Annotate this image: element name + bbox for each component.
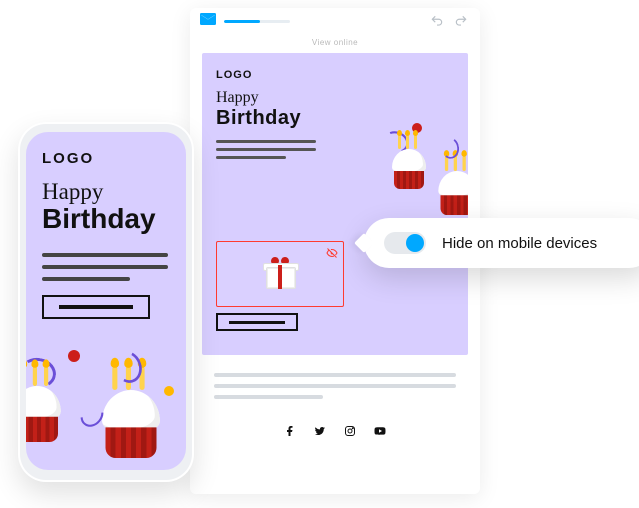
- youtube-icon[interactable]: [374, 425, 386, 437]
- instagram-icon[interactable]: [344, 425, 356, 437]
- phone-mockup: LOGO Happy Birthday: [18, 122, 194, 482]
- hide-on-mobile-toggle[interactable]: [384, 232, 426, 254]
- undo-button[interactable]: [428, 12, 446, 30]
- twitter-icon[interactable]: [314, 425, 326, 437]
- phone-heading-line-2: Birthday: [42, 203, 170, 235]
- phone-cupcake-decoration: [26, 340, 186, 470]
- phone-logo: LOGO: [42, 150, 170, 167]
- progress-bar: [224, 20, 290, 23]
- hide-on-mobile-popover: Hide on mobile devices: [364, 218, 639, 268]
- footer-text-placeholder: [214, 373, 456, 399]
- facebook-icon[interactable]: [284, 425, 296, 437]
- envelope-icon: [200, 12, 216, 30]
- email-logo: LOGO: [216, 69, 454, 81]
- eye-off-icon[interactable]: [326, 246, 338, 264]
- redo-button[interactable]: [452, 12, 470, 30]
- cta-button-placeholder[interactable]: [216, 313, 298, 331]
- phone-screen: LOGO Happy Birthday: [26, 132, 186, 470]
- gift-image: [263, 259, 297, 289]
- hide-on-mobile-label: Hide on mobile devices: [442, 235, 597, 252]
- body-text-placeholder: [216, 140, 316, 159]
- heading-line-1: Happy: [216, 89, 454, 107]
- social-icons: [190, 425, 480, 437]
- phone-body-text-placeholder: [42, 253, 168, 281]
- view-online-link[interactable]: View online: [190, 38, 480, 47]
- phone-heading: Happy Birthday: [42, 179, 170, 235]
- email-canvas[interactable]: LOGO Happy Birthday: [202, 53, 468, 355]
- selected-block-gift[interactable]: [216, 241, 344, 307]
- editor-toolbar: [190, 8, 480, 34]
- phone-cta-button-placeholder: [42, 295, 150, 319]
- phone-heading-line-1: Happy: [42, 179, 170, 205]
